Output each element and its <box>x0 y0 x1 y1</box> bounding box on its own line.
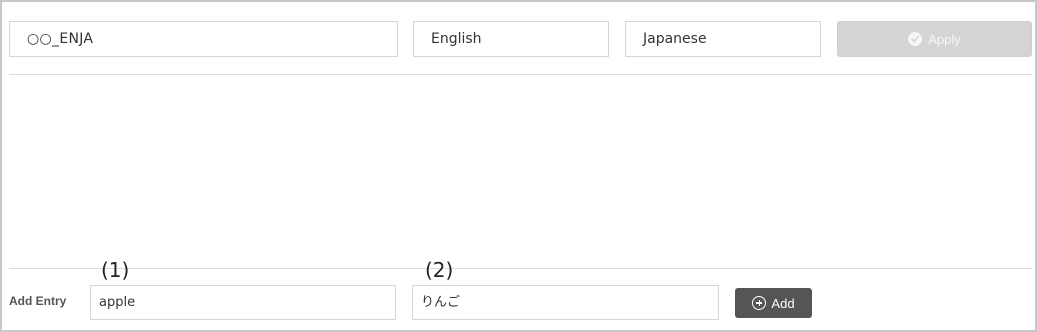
dictionary-editor-panel: ○○_ENJA English Japanese Apply (1) (2) A… <box>0 0 1037 332</box>
apply-button-label: Apply <box>928 31 961 47</box>
dictionary-name-field[interactable]: ○○_ENJA <box>9 21 398 57</box>
source-language-field[interactable]: English <box>413 21 609 57</box>
source-term-input[interactable]: apple <box>90 285 396 320</box>
add-entry-label: Add Entry <box>9 294 67 308</box>
callout-marker-1: (1) <box>101 258 130 282</box>
add-button[interactable]: Add <box>735 288 812 318</box>
check-circle-icon <box>908 32 923 46</box>
divider-top <box>9 74 1032 75</box>
callout-marker-2: (2) <box>425 258 454 282</box>
plus-circle-icon <box>752 296 767 310</box>
target-language-field[interactable]: Japanese <box>625 21 821 57</box>
divider-bottom <box>9 268 1032 269</box>
add-button-label: Add <box>771 295 795 311</box>
apply-button[interactable]: Apply <box>837 21 1032 57</box>
target-term-input[interactable]: りんご <box>412 285 719 320</box>
